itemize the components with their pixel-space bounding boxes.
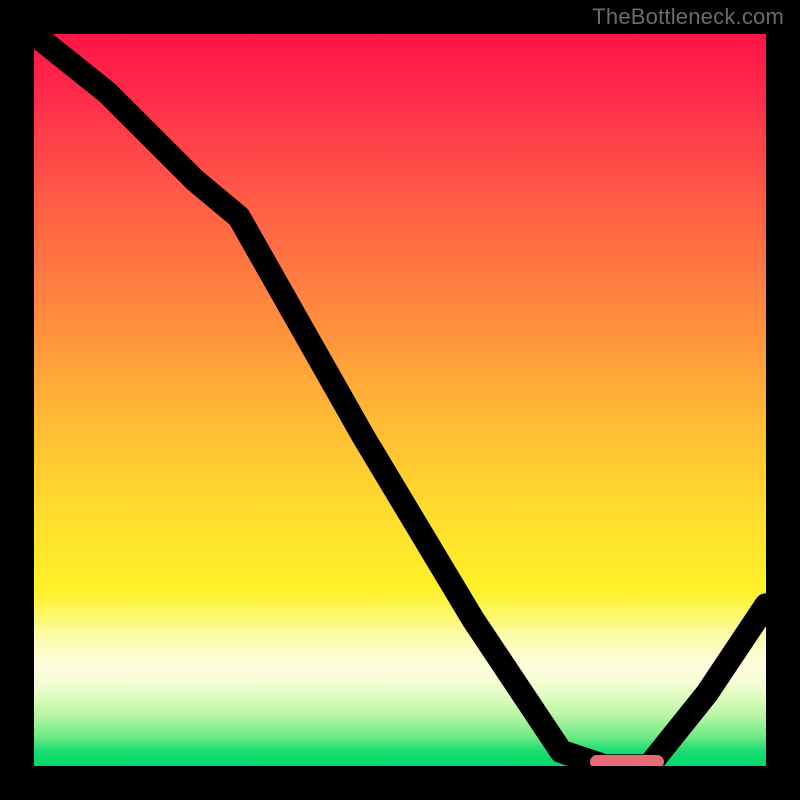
stage: TheBottleneck.com: [0, 0, 800, 800]
bottleneck-curve: [34, 34, 766, 766]
watermark-text: TheBottleneck.com: [592, 4, 784, 30]
optimal-range-marker: [590, 755, 663, 769]
curve-svg: [34, 34, 766, 766]
plot-area: [30, 30, 770, 770]
